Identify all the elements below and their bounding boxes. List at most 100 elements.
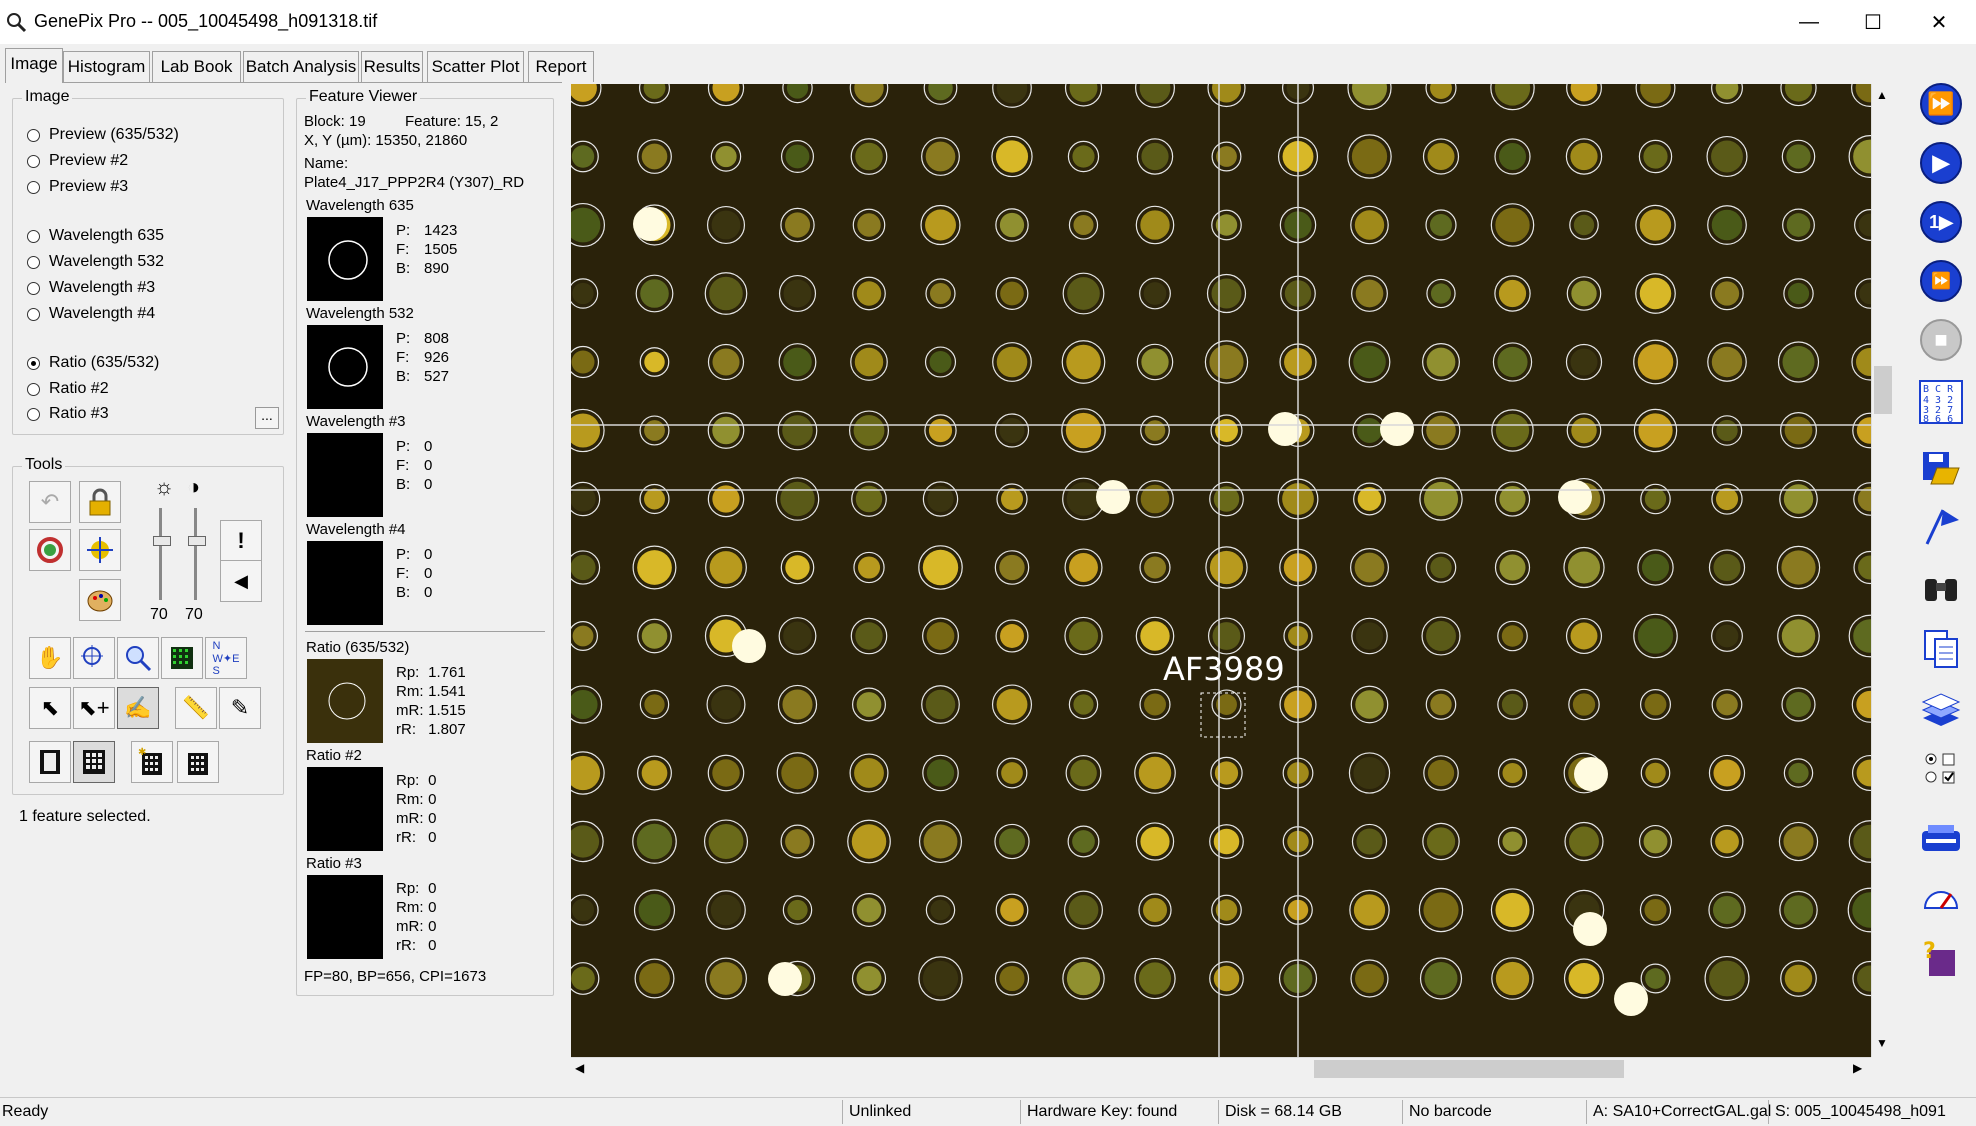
lasso-select-icon[interactable]: ✍	[117, 687, 159, 729]
gauge-icon[interactable]	[1915, 872, 1967, 924]
saturated-spot	[1380, 412, 1414, 446]
contrast-slider[interactable]	[185, 508, 207, 600]
compass-icon[interactable]: N W✦E S	[205, 637, 247, 679]
radio-wavelength-4[interactable]: Wavelength #4	[27, 305, 155, 323]
radio-wavelength-635[interactable]: Wavelength 635	[27, 227, 164, 245]
add-pointer-icon[interactable]: ⬉+	[73, 687, 115, 729]
spot	[712, 84, 740, 102]
radio-preview-635-532[interactable]: Preview (635/532)	[27, 126, 179, 144]
vertical-scroll-thumb[interactable]	[1874, 366, 1892, 414]
vertical-scrollbar[interactable]: ▲ ▼	[1871, 84, 1894, 1057]
spot	[1502, 762, 1523, 784]
binoculars-icon[interactable]	[1915, 563, 1967, 615]
contrast-value: 70	[185, 606, 203, 623]
horizontal-scrollbar[interactable]: ◀ ▶	[571, 1057, 1871, 1080]
spot	[1786, 692, 1811, 717]
block-single-icon[interactable]	[29, 741, 71, 783]
brightness-value: 70	[150, 606, 168, 623]
spot	[854, 84, 884, 103]
spot	[783, 347, 812, 377]
fv-footer: FP=80, BP=656, CPI=1673	[304, 968, 487, 985]
radio-preview-2[interactable]: Preview #2	[27, 152, 128, 170]
save-open-icon[interactable]	[1915, 440, 1967, 492]
fast-forward-icon[interactable]: ⏩	[1915, 78, 1967, 130]
rotate-color-icon[interactable]	[29, 529, 71, 571]
brightness-slider[interactable]	[150, 508, 172, 600]
spot	[922, 549, 959, 586]
close-button[interactable]: ✕	[1910, 0, 1968, 44]
tab-report[interactable]: Report	[528, 51, 594, 82]
image-group-legend: Image	[22, 88, 73, 106]
tab-batch-analysis[interactable]: Batch Analysis	[243, 51, 359, 82]
options-icon[interactable]	[1915, 743, 1967, 795]
block-layout-icon[interactable]: B C R4 3 23 2 78 6 6	[1915, 376, 1967, 428]
grid-map-icon[interactable]	[161, 637, 203, 679]
undo-icon[interactable]: ↶	[29, 481, 71, 523]
spot	[785, 829, 810, 854]
hand-pan-icon[interactable]: ✋	[29, 637, 71, 679]
spot	[1501, 693, 1524, 716]
spot	[1712, 895, 1742, 925]
spot	[1715, 487, 1739, 511]
microarray-image[interactable]: AF3989	[571, 84, 1871, 1057]
stop-icon[interactable]: ■	[1915, 314, 1967, 366]
spot	[572, 625, 594, 647]
spot	[856, 897, 882, 923]
status-message: 1 feature selected.	[19, 808, 151, 825]
spot	[1640, 84, 1671, 104]
spot	[1213, 965, 1240, 992]
tab-image[interactable]: Image	[5, 48, 63, 83]
scroll-right-icon[interactable]: ▶	[1853, 1061, 1862, 1075]
radio-wavelength-3[interactable]: Wavelength #3	[27, 279, 155, 297]
help-book-icon[interactable]: ?	[1915, 932, 1967, 984]
scanner-icon[interactable]	[1915, 813, 1967, 865]
lock-icon[interactable]	[79, 481, 121, 523]
block-label: Block: 19	[304, 113, 366, 130]
spot	[1643, 829, 1668, 854]
zoom-in-icon[interactable]	[117, 637, 159, 679]
ruler-icon[interactable]: 📏	[175, 687, 217, 729]
image-more-button[interactable]: ...	[255, 407, 279, 429]
edit-block-icon[interactable]	[177, 741, 219, 783]
step-icon[interactable]: 1▶	[1915, 196, 1967, 248]
radio-preview-3[interactable]: Preview #3	[27, 178, 128, 196]
flag-icon[interactable]	[1915, 500, 1967, 552]
pencil-icon[interactable]: ✎	[219, 687, 261, 729]
minimize-button[interactable]: —	[1780, 0, 1838, 44]
select-pointer-icon[interactable]: ⬉	[29, 687, 71, 729]
copy-icon[interactable]	[1915, 623, 1967, 675]
saturated-spot	[1268, 412, 1302, 446]
feature-label-overlay: AF3989	[1163, 650, 1285, 688]
palette-icon[interactable]	[79, 579, 121, 621]
spot	[709, 276, 743, 311]
horizontal-scroll-thumb[interactable]	[1314, 1060, 1624, 1078]
tab-histogram[interactable]: Histogram	[63, 51, 150, 82]
saturated-spot	[1096, 480, 1130, 514]
block-grid-icon[interactable]	[73, 741, 115, 783]
maximize-button[interactable]: ☐	[1844, 0, 1902, 44]
radio-ratio-3[interactable]: Ratio #3	[27, 405, 109, 423]
zoom-target-icon[interactable]	[73, 637, 115, 679]
collapse-left-icon[interactable]: ◀	[220, 560, 262, 602]
scroll-up-icon[interactable]: ▲	[1876, 88, 1888, 102]
title-bar: GenePix Pro -- 005_10045498_h091318.tif …	[0, 0, 1976, 44]
scroll-down-icon[interactable]: ▼	[1876, 1036, 1888, 1050]
layers-icon[interactable]	[1915, 686, 1967, 738]
spot	[786, 84, 809, 99]
scroll-left-icon[interactable]: ◀	[575, 1061, 584, 1075]
spot-grid[interactable]	[571, 84, 1871, 1057]
tab-scatter-plot[interactable]: Scatter Plot	[427, 51, 524, 82]
spot	[1498, 279, 1527, 308]
tab-lab-book[interactable]: Lab Book	[152, 51, 241, 82]
find-feature-icon[interactable]	[79, 529, 121, 571]
alert-icon[interactable]: !	[220, 520, 262, 562]
radio-wavelength-532[interactable]: Wavelength 532	[27, 253, 164, 271]
spot	[1495, 413, 1530, 448]
tab-results[interactable]: Results	[361, 51, 423, 82]
new-block-icon[interactable]: ✱	[131, 741, 173, 783]
spot	[1571, 417, 1597, 444]
play-icon[interactable]: ▶	[1915, 137, 1967, 189]
radio-ratio-2[interactable]: Ratio #2	[27, 380, 109, 398]
radio-ratio-635-532[interactable]: Ratio (635/532)	[27, 354, 159, 372]
repeat-scan-icon[interactable]: ⏩	[1915, 255, 1967, 307]
